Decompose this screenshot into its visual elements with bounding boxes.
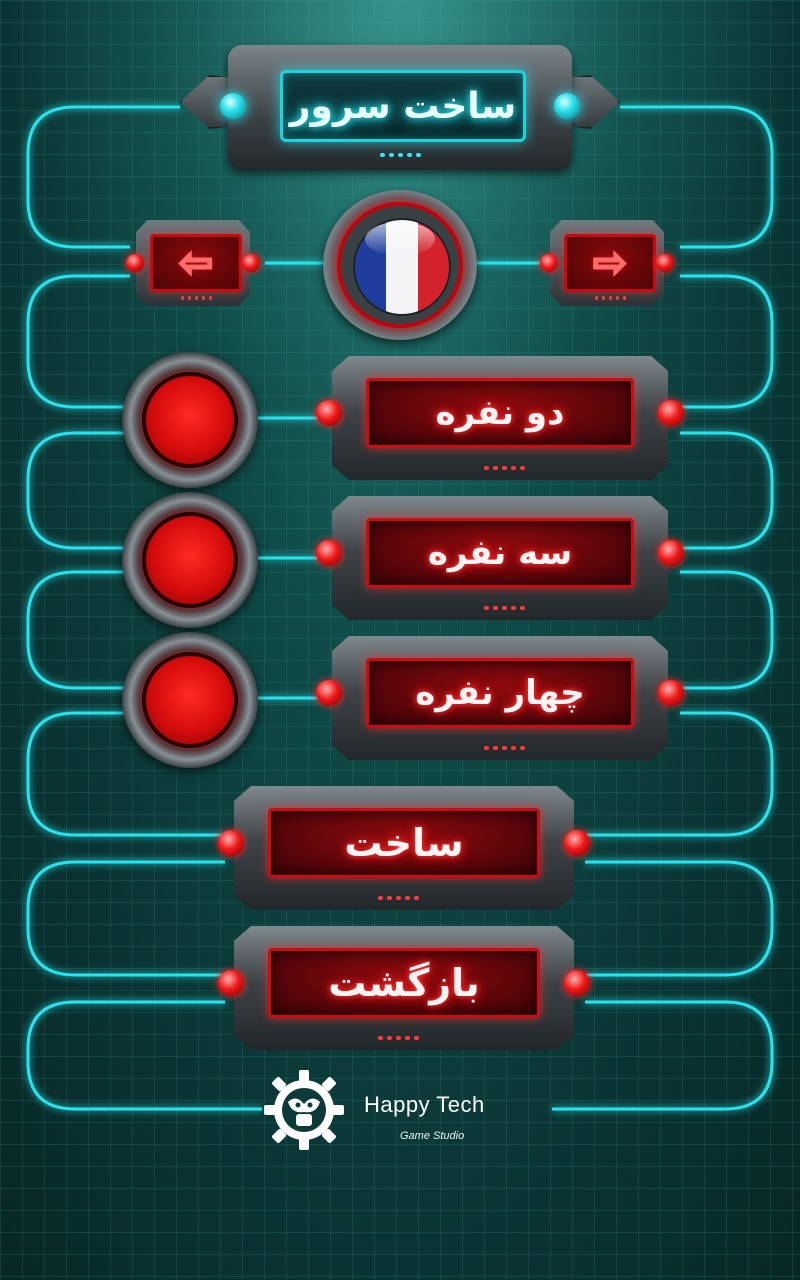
four-players-label: چهار نفره xyxy=(415,673,585,713)
three-players-label: سه نفره xyxy=(427,533,573,573)
page-title: ساخت سرور xyxy=(289,85,517,127)
title-led-left xyxy=(220,93,246,119)
radio-core xyxy=(142,652,238,748)
prev-led-left xyxy=(126,254,144,272)
back-label: بازگشت xyxy=(328,961,480,1005)
button-indicator-dots xyxy=(378,1036,419,1040)
button-indicator-dots xyxy=(484,606,525,610)
title-plate: ساخت سرور xyxy=(180,45,620,170)
studio-name: Happy Tech xyxy=(364,1092,485,1117)
title-screen: ساخت سرور xyxy=(280,70,526,142)
radio-core xyxy=(142,512,238,608)
radio-core xyxy=(142,372,238,468)
button-led-left xyxy=(218,970,244,996)
title-frame: ساخت سرور xyxy=(228,45,572,170)
flag-shine xyxy=(365,222,435,256)
prev-led-right xyxy=(242,254,260,272)
button-indicator-dots xyxy=(484,466,525,470)
button-screen: بازگشت xyxy=(268,948,540,1018)
next-indicator-dots xyxy=(595,296,626,300)
back-button[interactable]: بازگشت xyxy=(218,926,590,1050)
create-button[interactable]: ساخت xyxy=(218,786,590,910)
button-led-left xyxy=(316,680,342,706)
next-language-button[interactable]: ⇨ xyxy=(540,220,674,306)
button-indicator-dots xyxy=(378,896,419,900)
prev-indicator-dots xyxy=(181,296,212,300)
create-label: ساخت xyxy=(344,821,464,865)
button-screen: ساخت xyxy=(268,808,540,878)
button-led-right xyxy=(658,540,684,566)
title-indicator-dots xyxy=(380,153,421,157)
button-led-left xyxy=(218,830,244,856)
studio-subtitle: Game Studio xyxy=(400,1130,465,1142)
button-led-left xyxy=(316,400,342,426)
radio-four-players[interactable] xyxy=(122,632,258,768)
radio-three-players[interactable] xyxy=(122,492,258,628)
button-screen: دو نفره xyxy=(366,378,634,448)
next-button-screen: ⇨ xyxy=(564,234,656,292)
prev-language-button[interactable]: ⇦ xyxy=(126,220,260,306)
button-screen: چهار نفره xyxy=(366,658,634,728)
three-players-button[interactable]: سه نفره xyxy=(316,496,684,620)
button-led-right xyxy=(564,830,590,856)
two-players-label: دو نفره xyxy=(435,393,565,433)
prev-button-screen: ⇦ xyxy=(150,234,242,292)
button-indicator-dots xyxy=(484,746,525,750)
title-led-right xyxy=(554,93,580,119)
button-led-right xyxy=(658,400,684,426)
button-led-left xyxy=(316,540,342,566)
studio-logo: Happy Tech Game Studio xyxy=(262,1068,552,1152)
button-screen: سه نفره xyxy=(366,518,634,588)
arrow-right-icon: ⇨ xyxy=(592,240,628,286)
gear-logo-icon xyxy=(264,1070,344,1150)
language-flag xyxy=(323,190,477,340)
button-led-right xyxy=(658,680,684,706)
four-players-button[interactable]: چهار نفره xyxy=(316,636,684,760)
button-led-right xyxy=(564,970,590,996)
radio-two-players[interactable] xyxy=(122,352,258,488)
arrow-left-icon: ⇦ xyxy=(178,240,214,286)
next-led-left xyxy=(540,254,558,272)
next-led-right xyxy=(656,254,674,272)
two-players-button[interactable]: دو نفره xyxy=(316,356,684,480)
